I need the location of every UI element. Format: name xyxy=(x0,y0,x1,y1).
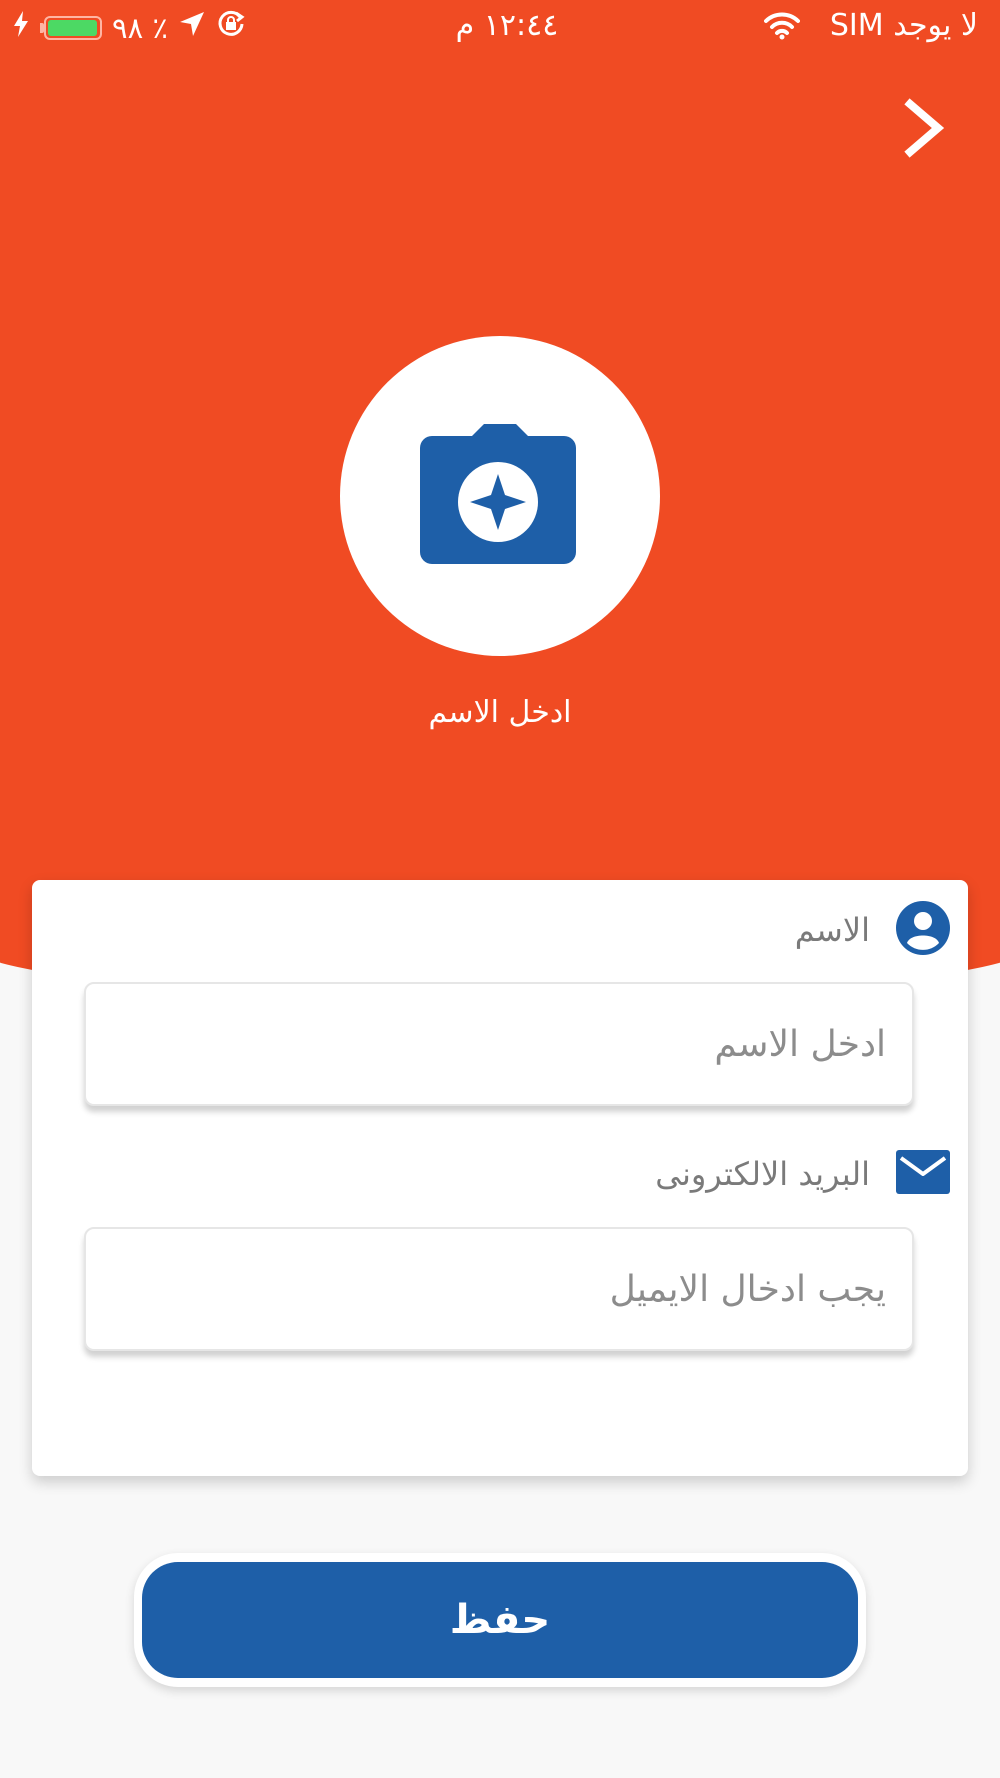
envelope-icon xyxy=(896,1150,950,1198)
save-button-label: حفظ xyxy=(142,1562,858,1678)
battery-fill xyxy=(48,20,97,36)
back-button[interactable] xyxy=(900,98,954,158)
location-arrow-icon xyxy=(178,10,206,46)
battery-percent: ٪ ٩٨ xyxy=(112,11,168,45)
battery-icon xyxy=(40,16,102,40)
name-label: الاسم xyxy=(794,911,870,949)
form-card: الاسم البريد الالكترونى xyxy=(32,880,968,1476)
chevron-right-icon xyxy=(900,98,954,162)
status-left-group: ٪ ٩٨ xyxy=(12,10,246,46)
save-button[interactable]: حفظ xyxy=(134,1553,866,1687)
profile-name: ادخل الاسم xyxy=(428,695,572,730)
status-bar: لا يوجد SIM ١٢:٤٤ م ٪ ٩٨ xyxy=(0,0,1000,56)
email-input[interactable] xyxy=(86,1229,912,1349)
battery-body xyxy=(44,16,102,40)
name-input[interactable] xyxy=(86,984,912,1104)
charging-icon xyxy=(12,10,30,46)
wifi-icon xyxy=(764,12,800,48)
name-label-row: الاسم xyxy=(794,901,950,959)
camera-icon xyxy=(420,424,580,568)
email-label-row: البريد الالكترونى xyxy=(655,1146,950,1202)
user-circle-icon xyxy=(896,901,950,959)
email-label: البريد الالكترونى xyxy=(655,1155,870,1193)
avatar-upload-button[interactable] xyxy=(340,336,660,656)
carrier-label: لا يوجد SIM xyxy=(829,8,978,43)
rotation-lock-icon xyxy=(216,9,246,47)
name-field-box xyxy=(84,982,914,1106)
status-time: ١٢:٤٤ م xyxy=(455,8,559,43)
email-field-box xyxy=(84,1227,914,1351)
